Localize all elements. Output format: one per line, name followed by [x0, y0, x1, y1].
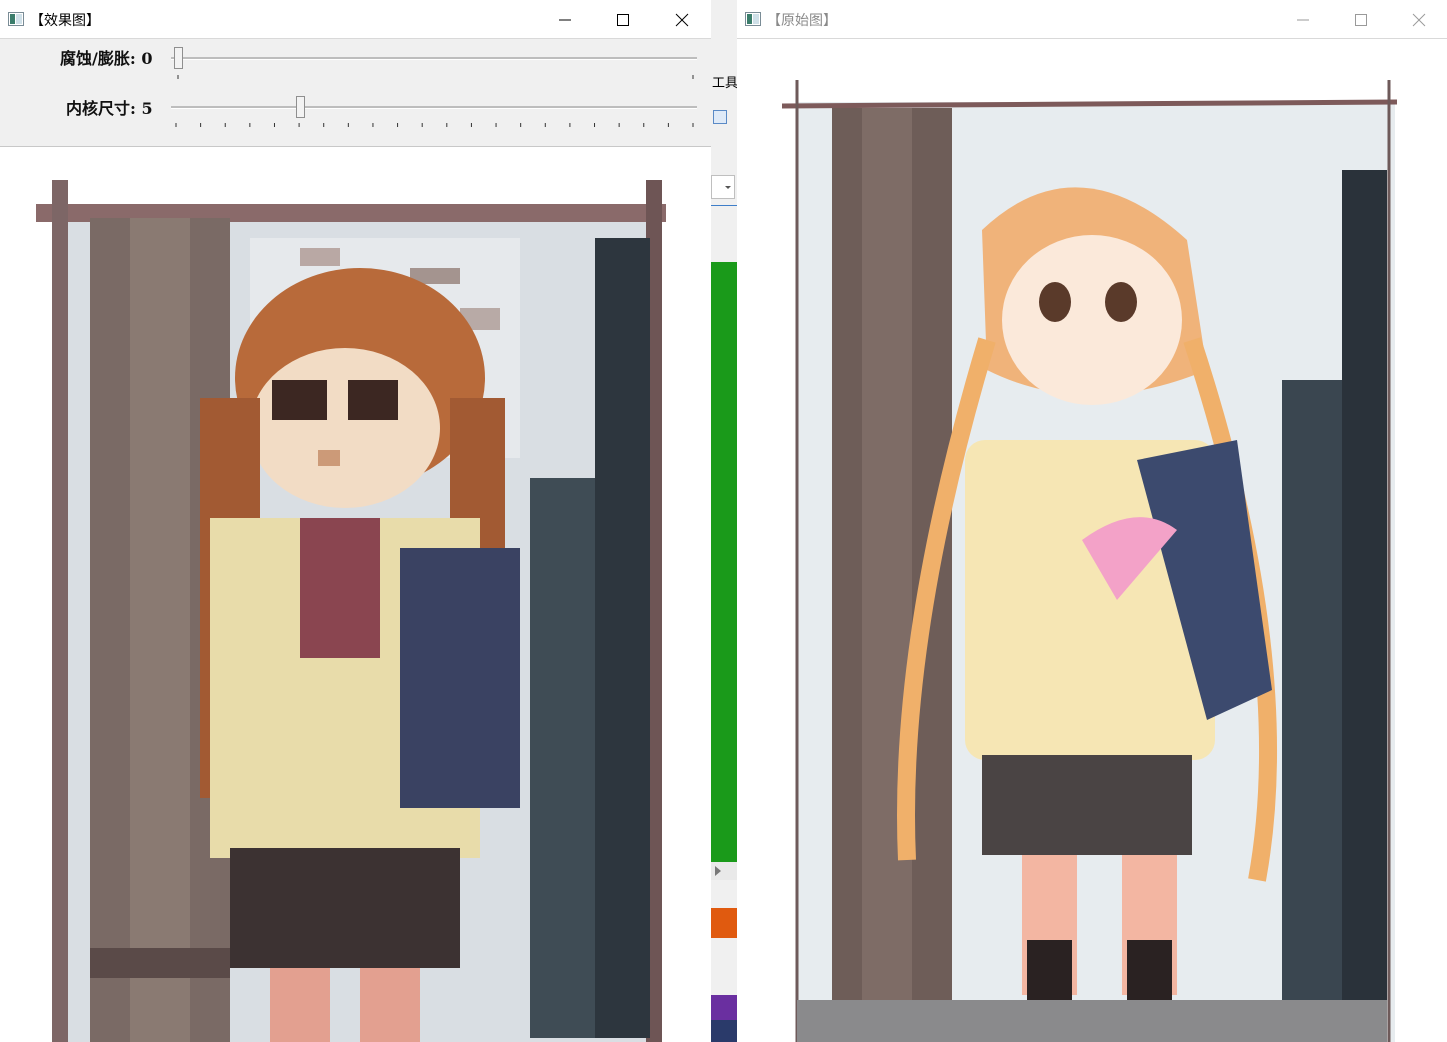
window-app-icon — [8, 12, 24, 26]
background-navy-bar — [711, 1020, 737, 1042]
minimize-icon — [1297, 19, 1309, 21]
background-dropdown-icon — [711, 175, 735, 199]
background-orange-bar — [711, 908, 737, 938]
minimize-icon — [559, 19, 571, 21]
effect-window-titlebar[interactable]: 【效果图】 — [0, 0, 711, 39]
minimize-button[interactable] — [536, 0, 594, 39]
background-purple-bar — [711, 995, 737, 1020]
maximize-icon — [1355, 14, 1367, 26]
trackbar-erode-dilate-ticks — [177, 75, 694, 79]
maximize-icon — [617, 14, 629, 26]
minimize-button[interactable] — [1274, 0, 1332, 39]
close-icon — [1412, 13, 1426, 27]
background-home-icon — [713, 110, 727, 124]
trackbar-kernel-size-track[interactable] — [171, 106, 697, 109]
effect-window: 【效果图】 腐蚀/膨胀: 0 内核尺寸: 5 — [0, 0, 711, 1042]
trackbar-kernel-size-thumb[interactable] — [296, 96, 305, 118]
background-green-panel — [711, 262, 737, 862]
trackbar-erode-dilate-label: 腐蚀/膨胀: 0 — [60, 49, 153, 68]
background-play-icon — [711, 862, 737, 880]
close-icon — [675, 13, 689, 27]
trackbar-erode-dilate-thumb[interactable] — [174, 47, 183, 69]
trackbar-erode-dilate-track[interactable] — [171, 57, 697, 60]
original-image-canvas — [737, 40, 1447, 1042]
trackbar-panel: 腐蚀/膨胀: 0 内核尺寸: 5 — [0, 39, 711, 147]
close-button[interactable] — [1390, 0, 1447, 39]
maximize-button[interactable] — [1332, 0, 1390, 39]
trackbar-kernel-size-ticks — [175, 123, 694, 127]
window-app-icon — [745, 12, 761, 26]
background-menu-text: 工具( — [712, 76, 737, 91]
original-window-titlebar[interactable]: 【原始图】 — [737, 0, 1447, 39]
effect-window-title: 【效果图】 — [30, 13, 100, 29]
effect-image-canvas — [0, 148, 711, 1042]
background-window-strip: 工具( — [711, 0, 737, 1042]
close-button[interactable] — [653, 0, 711, 39]
original-image — [737, 40, 1447, 1042]
original-window: 【原始图】 — [737, 0, 1447, 1042]
original-window-title: 【原始图】 — [767, 13, 837, 29]
effect-image — [0, 148, 711, 1042]
maximize-button[interactable] — [594, 0, 652, 39]
trackbar-kernel-size-label: 内核尺寸: 5 — [66, 99, 153, 118]
